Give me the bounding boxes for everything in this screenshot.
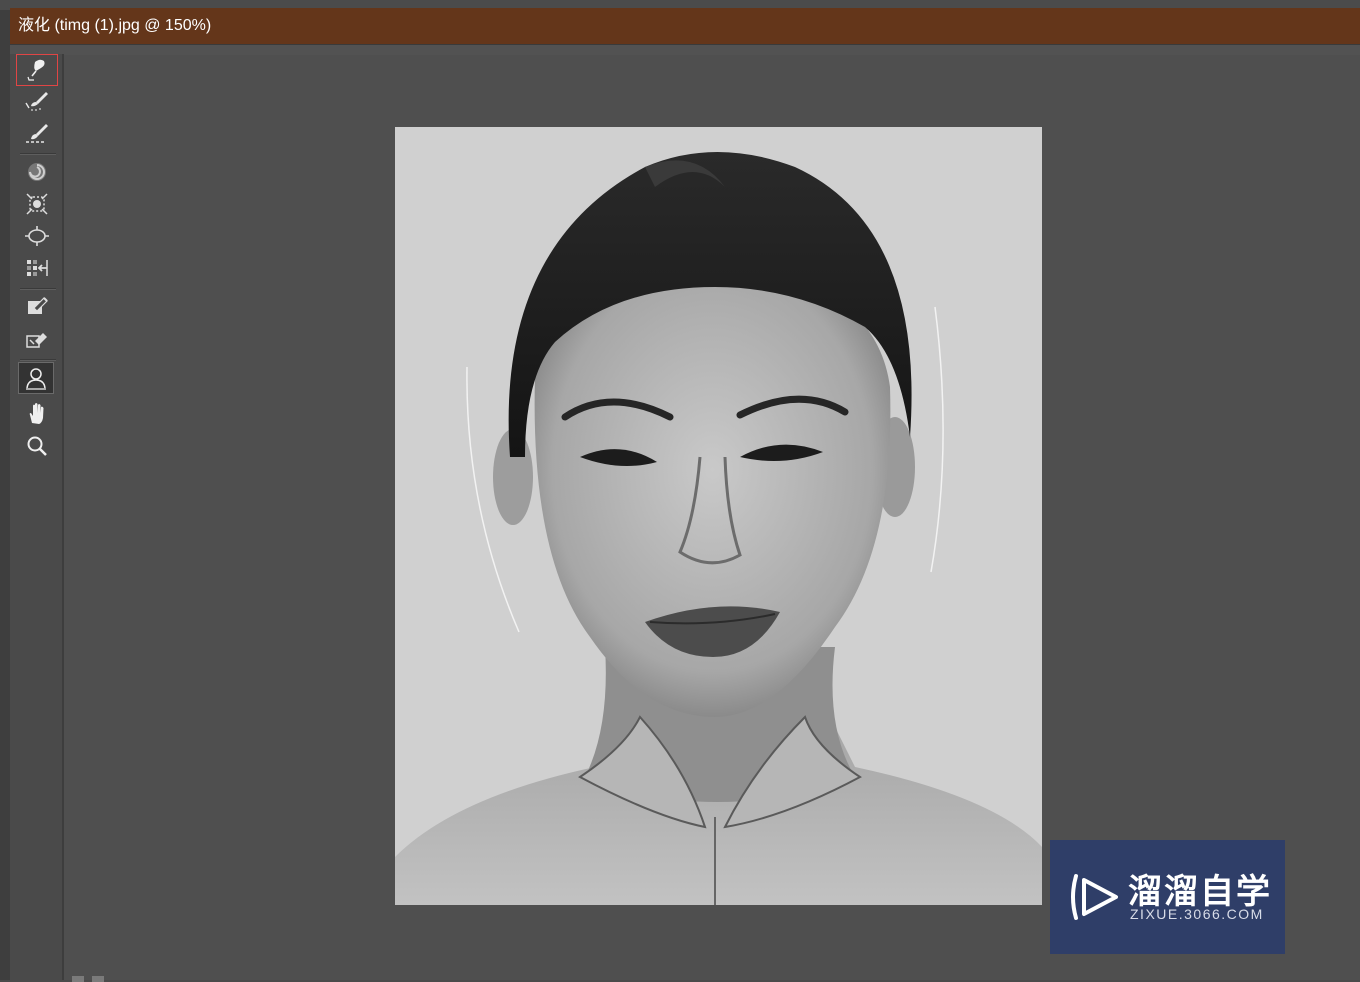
twirl-icon [28,163,46,181]
warp-brush-icon [27,59,45,81]
bloat-tool[interactable] [17,220,57,252]
watermark-badge: 溜溜自学 ZIXUE.3066.COM [1050,840,1285,954]
toolbar-separator [20,359,56,361]
reconstruct-tool[interactable] [17,86,57,118]
forward-warp-tool[interactable] [16,54,58,86]
bloat-icon [25,226,49,246]
portrait-photo [395,127,1042,905]
zoom-tool[interactable] [17,430,57,462]
hand-icon [29,403,44,424]
reconstruct-brush-icon [25,92,48,111]
face-icon [26,368,46,390]
thaw-mask-icon [26,333,47,348]
watermark-subtitle: ZIXUE.3066.COM [1130,906,1264,922]
freeze-mask-tool[interactable] [17,290,57,322]
window-left-edge [0,10,10,980]
smooth-tool[interactable] [17,118,57,150]
document-title-bar: 液化 (timg (1).jpg @ 150%) [10,8,1360,44]
status-square [72,976,84,982]
options-strip [10,44,1360,55]
pucker-icon [26,193,48,215]
twirl-clockwise-tool[interactable] [17,156,57,188]
status-square [92,976,104,982]
play-logo-icon [1071,874,1118,920]
thaw-mask-tool[interactable] [17,324,57,356]
document-title: 液化 (timg (1).jpg @ 150%) [18,17,212,34]
toolbar-separator [20,153,56,155]
push-left-tool[interactable] [17,252,57,284]
freeze-mask-icon [28,297,48,314]
smooth-brush-icon [26,124,48,143]
face-tool[interactable] [18,362,54,394]
liquify-toolbar [10,54,64,980]
status-strip [64,970,364,982]
zoom-icon [27,436,47,456]
hand-tool[interactable] [17,398,57,430]
push-left-icon [27,260,48,276]
image-preview[interactable] [395,127,1042,905]
pucker-tool[interactable] [17,188,57,220]
